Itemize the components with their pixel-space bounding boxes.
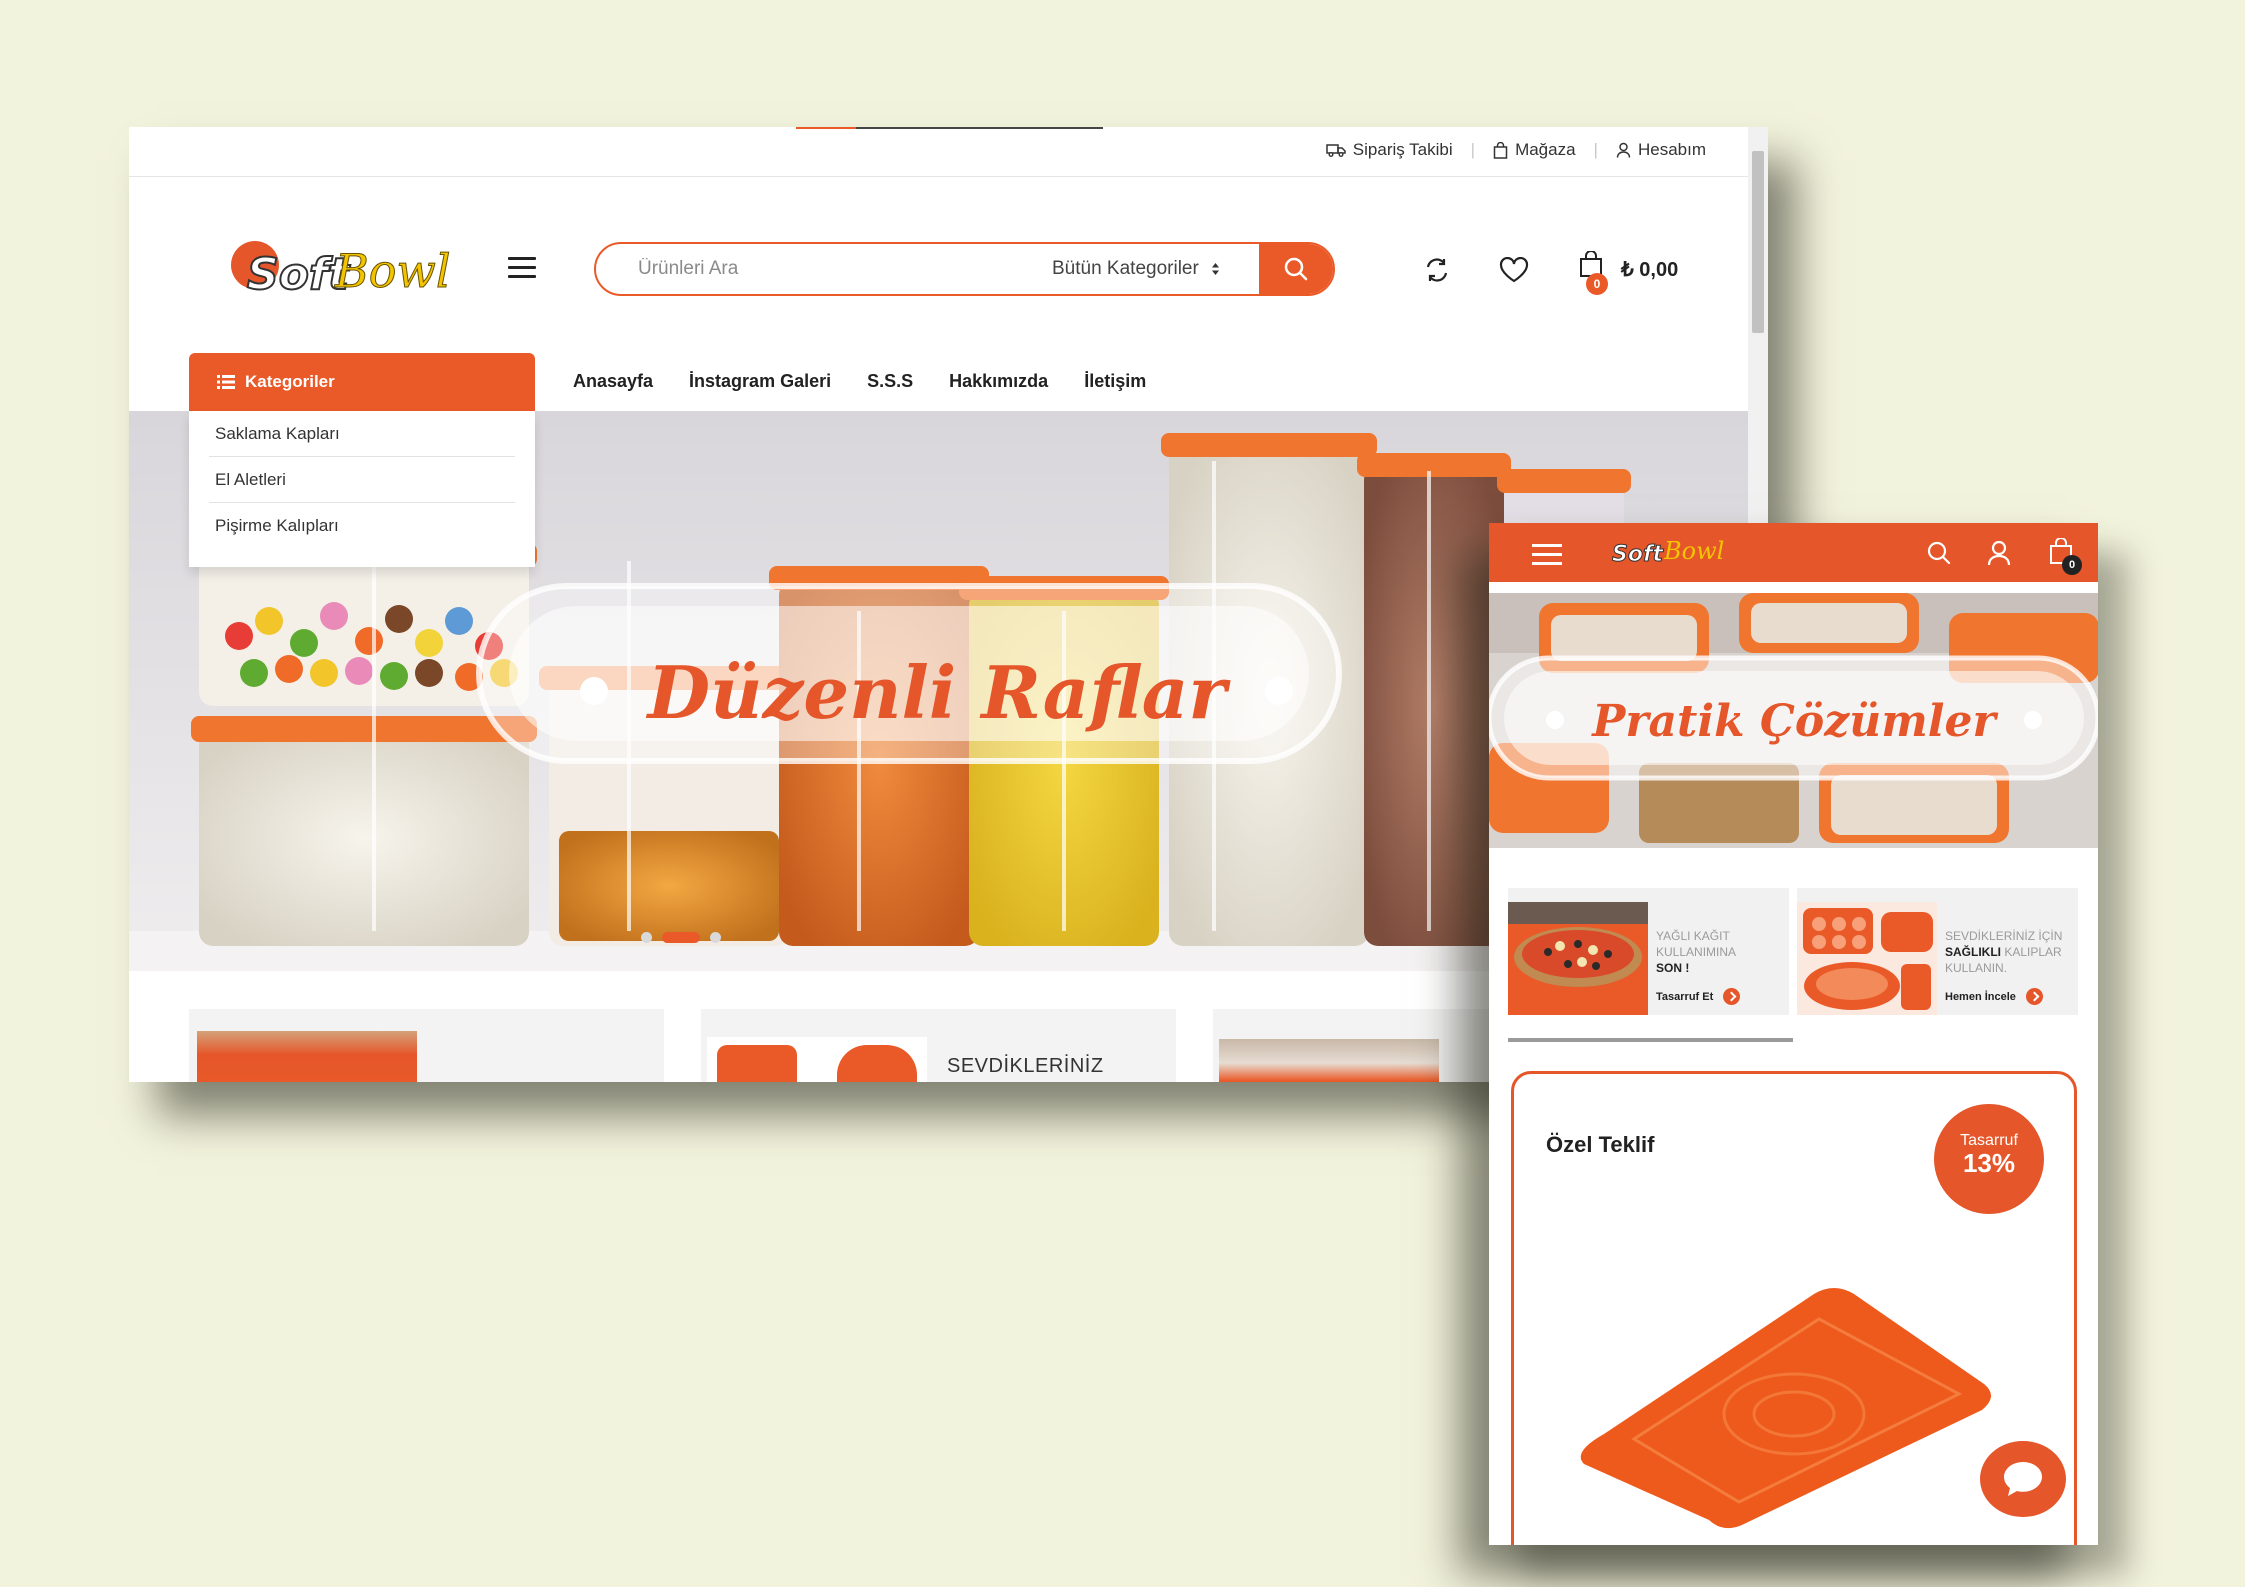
- mobile-promos: YAĞLI KAĞIT KULLANIMINA SON ! Tasarruf E…: [1508, 888, 2078, 1015]
- arrow-right-icon: [1723, 988, 1741, 1005]
- account-label: Hesabım: [1637, 140, 1706, 159]
- account-link[interactable]: Hesabım: [1616, 140, 1706, 160]
- svg-text:Soft: Soft: [1612, 542, 1665, 567]
- svg-text:Bowl: Bowl: [334, 244, 451, 298]
- promo-card-image: [707, 1037, 927, 1082]
- wishlist-heart-icon[interactable]: [1499, 257, 1529, 283]
- list-icon: [217, 375, 235, 389]
- user-icon[interactable]: [1987, 540, 2011, 566]
- promo-card-image: [1219, 1039, 1439, 1082]
- chat-button[interactable]: [1980, 1441, 2066, 1517]
- nav-instagram-gallery[interactable]: İnstagram Galeri: [689, 371, 831, 392]
- promo-card[interactable]: SEVDİKLERİNİZ: [701, 1009, 1176, 1082]
- cart-button[interactable]: 0 ₺ 0,00: [1579, 250, 1679, 295]
- promo-card[interactable]: SEVDİKLERİNİZ İÇİN SAĞLIKLI KALIPLAR KUL…: [1797, 888, 2078, 1015]
- menu-hamburger-icon[interactable]: [1532, 544, 1562, 571]
- menu-hamburger-icon[interactable]: [508, 257, 536, 279]
- search-bar: Bütün Kategoriler: [594, 242, 1335, 296]
- categories-button[interactable]: Kategoriler: [189, 353, 535, 411]
- top-bar: Sipariş Takibi | Mağaza | Hesabım: [129, 127, 1748, 177]
- softbowl-logo[interactable]: Soft Bowl: [1604, 531, 1734, 571]
- slider-dot-active[interactable]: [662, 932, 700, 943]
- slider-pagination: [641, 932, 721, 943]
- order-tracking-label: Sipariş Takibi: [1352, 140, 1453, 159]
- slider-dot[interactable]: [710, 932, 721, 943]
- promo-card[interactable]: YAĞLI KAĞIT KULLANIMINA SON ! Tasarruf E…: [1508, 888, 1789, 1015]
- nav-contact[interactable]: İletişim: [1084, 371, 1146, 392]
- promo-text: YAĞLI KAĞIT KULLANIMINA SON !: [1656, 929, 1737, 975]
- baking-mat-image: [1580, 1288, 1992, 1529]
- search-button[interactable]: [1259, 244, 1333, 294]
- category-item[interactable]: Saklama Kapları: [209, 411, 515, 457]
- shopping-bag-icon: [1493, 141, 1508, 159]
- hero-title: Düzenli Raflar: [646, 650, 1232, 735]
- nav-faq[interactable]: S.S.S: [867, 371, 913, 392]
- divider: |: [1470, 140, 1476, 159]
- mobile-hero-title: Pratik Çözümler: [1590, 696, 1998, 747]
- search-icon: [1284, 257, 1308, 281]
- categories-dropdown: Saklama Kapları El Aletleri Pişirme Kalı…: [189, 411, 535, 567]
- category-select-label: Bütün Kategoriler: [1052, 258, 1199, 279]
- cart-count-badge: 0: [2062, 555, 2082, 575]
- order-tracking-link[interactable]: Sipariş Takibi: [1326, 140, 1453, 160]
- compare-icon[interactable]: [1423, 257, 1451, 283]
- promo-link[interactable]: Tasarruf Et: [1656, 988, 1741, 1005]
- savings-badge: Tasarruf 13%: [1934, 1104, 2044, 1214]
- category-item[interactable]: El Aletleri: [209, 457, 515, 503]
- promo-card-title: SEVDİKLERİNİZ: [947, 1055, 1104, 1077]
- search-icon[interactable]: [1926, 540, 1952, 566]
- nav-about[interactable]: Hakkımızda: [949, 371, 1048, 392]
- cart-total: ₺ 0,00: [1621, 258, 1679, 281]
- promo-scroll-indicator[interactable]: [1508, 1038, 1793, 1042]
- category-item[interactable]: Pişirme Kalıpları: [209, 503, 515, 549]
- scrollbar-thumb[interactable]: [1752, 151, 1764, 333]
- category-select[interactable]: Bütün Kategoriler: [1052, 258, 1220, 280]
- store-link[interactable]: Mağaza: [1493, 140, 1576, 160]
- mobile-window: Soft Bowl 0 Pratik Çözümler YAĞLI KAĞIT …: [1489, 523, 2098, 1545]
- arrow-right-icon: [2025, 988, 2043, 1005]
- promo-text: SEVDİKLERİNİZ İÇİN SAĞLIKLI KALIPLAR KUL…: [1945, 929, 2063, 975]
- pizza-image: [1508, 902, 1648, 1015]
- special-offer-title: Özel Teklif: [1546, 1132, 1655, 1157]
- promo-card-image: [197, 1031, 417, 1082]
- silicone-molds-image: [1797, 902, 1937, 1015]
- svg-text:Bowl: Bowl: [1663, 537, 1724, 565]
- sort-arrows-icon: [1211, 263, 1219, 275]
- chat-bubble-icon: [2004, 1462, 2042, 1496]
- slider-dot[interactable]: [641, 932, 652, 943]
- cart-count-badge: 0: [1586, 273, 1608, 295]
- promo-link[interactable]: Hemen İncele: [1945, 988, 2043, 1005]
- categories-button-label: Kategoriler: [245, 372, 335, 391]
- search-input[interactable]: [636, 244, 1016, 294]
- mobile-header: Soft Bowl 0: [1489, 523, 2098, 587]
- promo-card[interactable]: [189, 1009, 664, 1082]
- truck-icon: [1326, 144, 1346, 157]
- divider: |: [1593, 140, 1598, 159]
- main-nav: Anasayfa İnstagram Galeri S.S.S Hakkımız…: [573, 371, 1146, 392]
- softbowl-logo[interactable]: Soft Bowl: [225, 227, 475, 317]
- user-icon: [1616, 142, 1631, 158]
- mobile-hero-slider[interactable]: Pratik Çözümler: [1489, 593, 2098, 848]
- nav-home[interactable]: Anasayfa: [573, 371, 653, 392]
- store-label: Mağaza: [1515, 140, 1576, 159]
